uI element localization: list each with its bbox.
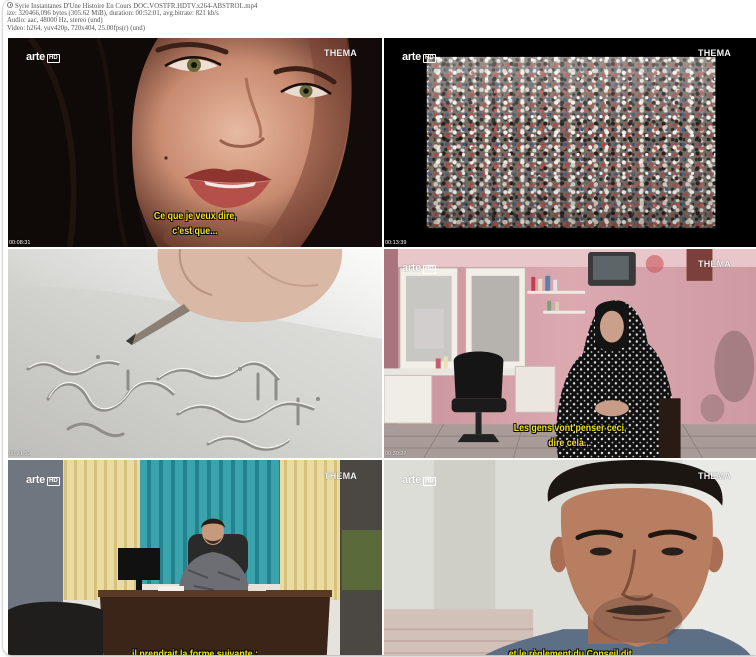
subtitle-block: Ce que je veux dire, c'est que...: [8, 206, 382, 237]
television: [588, 251, 636, 286]
frame-timestamp: 00:30:27: [385, 451, 407, 457]
subtitle-text: Les gens vont penser ceci,: [513, 422, 627, 434]
frame-thumbnail-4: arte HD THEMA Les gens vont penser ceci, …: [384, 249, 756, 458]
hd-badge: HD: [422, 54, 436, 63]
frame-timestamp: 00:08:31: [9, 240, 31, 246]
subtitle-line: Ce que je veux dire,: [8, 206, 382, 222]
arte-logo: arte: [26, 51, 45, 63]
hd-badge: HD: [46, 477, 60, 486]
video-info-line: Video: h264, yuv420p, 720x404, 25.00fps(…: [7, 24, 145, 32]
subtitle-text: il prendrait la forme suivante :: [132, 648, 258, 655]
subtitle-text: dire cela...: [548, 436, 592, 449]
file-size-line: ize: 320466,096 bytes (305.62 MiB), dura…: [7, 10, 219, 18]
thema-logo: THEMA: [698, 471, 731, 481]
hd-badge: HD: [422, 477, 436, 486]
frame-thumbnail-1: arte HD THEMA Ce que je veux dire, c'est …: [8, 38, 382, 247]
thema-logo: THEMA: [698, 48, 731, 58]
frame-thumbnail-6: arte HD THEMA et le règlement du Conseil …: [384, 460, 756, 655]
arte-logo: arte: [402, 51, 421, 63]
audio-info-line: Audio: aac, 48000 Hz, stereo (und): [7, 17, 103, 25]
frame-thumbnail-5: arte HD THEMA il prendrait la forme suiva…: [8, 460, 382, 655]
info-icon: [7, 2, 13, 8]
subtitle-line: c'est que...: [8, 221, 382, 237]
left-eye: [589, 547, 612, 556]
right-eye: [661, 547, 684, 556]
subtitle-line: Les gens vont penser ceci,: [384, 418, 756, 434]
frame-timestamp: 00:13:39: [385, 240, 407, 246]
hd-badge: HD: [422, 265, 436, 274]
thema-logo: THEMA: [698, 259, 731, 269]
arte-logo: arte: [402, 474, 421, 486]
subtitle-line: dire cela...: [384, 433, 756, 449]
channel-logo: arte HD: [26, 47, 60, 65]
frame-timestamp: 00:21:51: [9, 451, 31, 457]
subtitle-block: il prendrait la forme suivante :: [8, 644, 382, 655]
file-info-header: Syrie Instantanes D'Une Histoire En Cour…: [7, 2, 257, 32]
thema-logo: THEMA: [324, 48, 357, 58]
file-title-line: Syrie Instantanes D'Une Histoire En Cour…: [15, 3, 258, 10]
channel-logo: arte HD: [402, 470, 436, 488]
channel-logo: arte HD: [402, 258, 436, 276]
frame-thumbnail-2: arte HD THEMA 00:13:39: [384, 38, 756, 247]
subtitle-text: c'est que...: [172, 224, 218, 237]
channel-logo: arte HD: [26, 470, 60, 488]
subtitle-text: Ce que je veux dire,: [153, 210, 237, 222]
subtitle-block: Les gens vont penser ceci, dire cela...: [384, 418, 756, 449]
subtitle-text: et le règlement du Conseil dit: [508, 648, 632, 655]
arte-logo: arte: [26, 474, 45, 486]
crowd: [426, 56, 716, 229]
subtitle-block: et le règlement du Conseil dit: [384, 644, 756, 655]
arte-logo: arte: [402, 262, 421, 274]
subtitle-line: il prendrait la forme suivante :: [8, 644, 382, 655]
contact-sheet: Syrie Instantanes D'Une Histoire En Cour…: [3, 0, 756, 655]
frame-image: [8, 460, 382, 655]
frame-image: [384, 460, 756, 655]
subtitle-line: et le règlement du Conseil dit: [384, 644, 756, 655]
file-title-row: Syrie Instantanes D'Une Histoire En Cour…: [7, 2, 257, 10]
frame-image: [384, 38, 756, 247]
frame-image: [8, 249, 382, 458]
frame-thumbnail-3: 00:21:51: [8, 249, 382, 458]
channel-logo: arte HD: [402, 47, 436, 65]
thema-logo: THEMA: [324, 471, 357, 481]
hd-badge: HD: [46, 54, 60, 63]
